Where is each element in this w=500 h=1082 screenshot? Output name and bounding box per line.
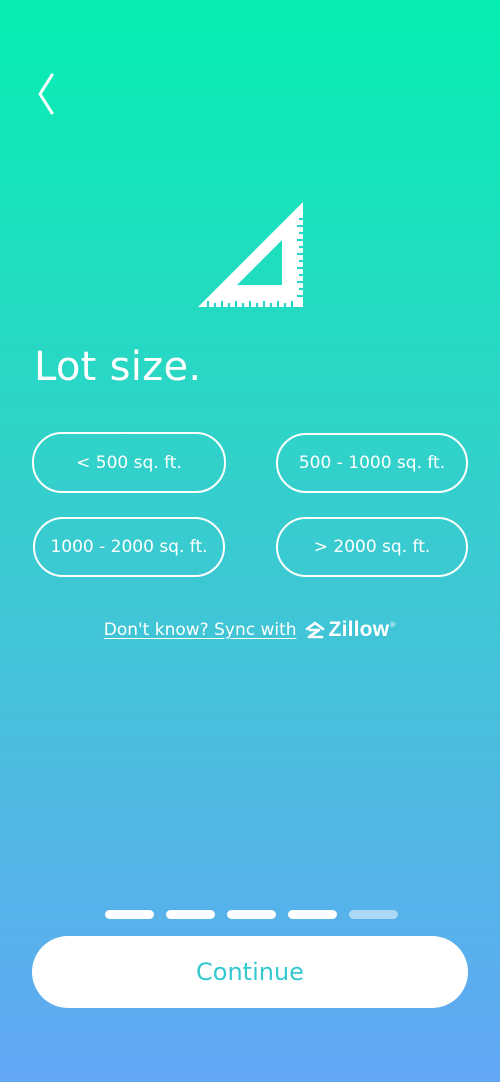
progress-step-5 bbox=[349, 910, 398, 919]
option-500-1000-button[interactable]: 500 - 1000 sq. ft. bbox=[276, 433, 468, 493]
zillow-trademark: ® bbox=[389, 621, 397, 629]
progress-indicator bbox=[105, 910, 398, 919]
zillow-logo: Zillow ® bbox=[305, 618, 397, 642]
continue-button[interactable]: Continue bbox=[32, 936, 468, 1008]
progress-step-3 bbox=[227, 910, 276, 919]
back-button[interactable] bbox=[28, 68, 64, 120]
page-title: Lot size. bbox=[34, 344, 202, 390]
option-1000-2000-button[interactable]: 1000 - 2000 sq. ft. bbox=[33, 517, 225, 577]
chevron-left-icon bbox=[38, 73, 54, 115]
sync-link-text: Don't know? Sync with bbox=[103, 620, 297, 640]
zillow-z-icon bbox=[305, 621, 324, 639]
option-over-2000-button[interactable]: > 2000 sq. ft. bbox=[276, 517, 468, 577]
progress-step-4 bbox=[288, 910, 337, 919]
sync-zillow-link[interactable]: Don't know? Sync with Zillow ® bbox=[0, 616, 500, 644]
zillow-brand-text: Zillow bbox=[328, 618, 390, 641]
progress-step-2 bbox=[166, 910, 215, 919]
lot-size-screen: Lot size. < 500 sq. ft. 500 - 1000 sq. f… bbox=[0, 0, 500, 1082]
progress-step-1 bbox=[105, 910, 154, 919]
option-under-500-button[interactable]: < 500 sq. ft. bbox=[32, 432, 226, 493]
set-square-ruler-icon bbox=[198, 202, 303, 307]
